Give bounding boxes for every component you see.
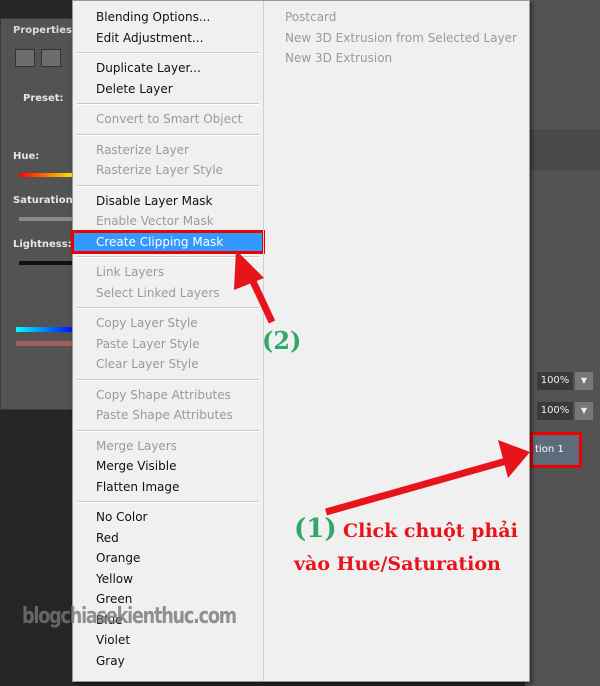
annotation-step-1-line1: Click chuột phải xyxy=(343,520,518,542)
annotation-step-1-line2: vào Hue/Saturation xyxy=(294,553,501,575)
annotation-step-2: (2) xyxy=(262,326,302,355)
annotation-step-1-number: (1) xyxy=(294,514,337,544)
arrow-2-head xyxy=(234,250,264,290)
arrow-1-shaft xyxy=(325,456,511,516)
watermark: blogchiasekienthuc.com xyxy=(22,604,237,629)
